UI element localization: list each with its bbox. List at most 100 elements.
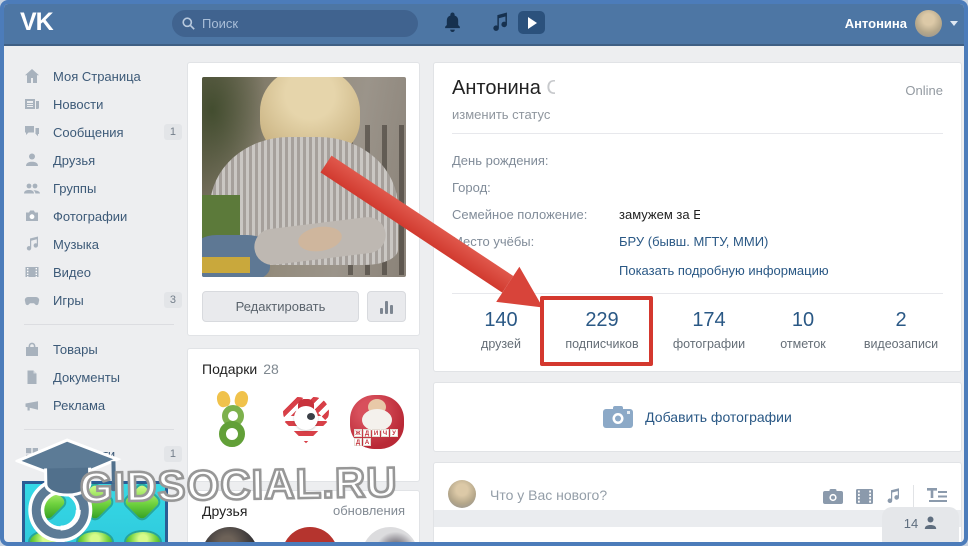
messages-icon	[25, 126, 39, 137]
game-ad-banner[interactable]	[22, 481, 168, 542]
sidebar-item-ads[interactable]: Реклама	[14, 391, 184, 419]
profile-photo[interactable]	[202, 77, 406, 277]
attach-audio-icon[interactable]	[886, 488, 900, 504]
erased-name: Е	[693, 207, 700, 222]
divider	[913, 485, 914, 507]
gem-icon	[30, 532, 64, 542]
counter-tags[interactable]: 10 отметок	[760, 301, 846, 351]
sidebar-item-my-page[interactable]: Моя Страница	[14, 62, 184, 90]
header-user-name: Антонина	[844, 15, 907, 31]
divider	[452, 293, 943, 294]
education-link[interactable]: БРУ (бывш. МГТУ, ММИ)	[619, 234, 768, 249]
gem-icon	[126, 532, 160, 542]
detail-row-birthday: День рождения:	[452, 153, 549, 168]
notifications-bell-icon[interactable]	[443, 12, 462, 32]
document-icon	[27, 370, 37, 384]
counter-videos[interactable]: 2 видеозаписи	[846, 301, 956, 351]
friend-avatar[interactable]	[202, 527, 258, 542]
counter-followers[interactable]: 229 подписчиков	[546, 301, 658, 351]
attach-photo-icon[interactable]	[823, 488, 843, 504]
sidebar-item-video[interactable]: Видео	[14, 258, 184, 286]
search-icon	[182, 17, 195, 30]
sidebar-item-documents[interactable]: Документы	[14, 363, 184, 391]
guests-floating-badge[interactable]: 14	[882, 507, 959, 542]
profile-counters: 140 друзей 229 подписчиков 174 фотографи…	[456, 301, 956, 351]
music-icon	[26, 236, 38, 251]
detail-row-marital: Семейное положение: замужем за Е	[452, 201, 768, 228]
sidebar-item-news[interactable]: Новости	[14, 90, 184, 118]
dog-candy-heart-gift[interactable]	[274, 389, 336, 451]
grid-icon	[26, 448, 38, 460]
sidebar-item-music[interactable]: Музыка	[14, 230, 184, 258]
attach-video-icon[interactable]	[856, 488, 873, 504]
counter-photos[interactable]: 174 фотографии	[658, 301, 760, 351]
text-format-icon[interactable]	[927, 488, 947, 504]
sidebar-item-messages[interactable]: Сообщения 1	[14, 118, 184, 146]
gem-icon	[29, 483, 67, 521]
person-icon	[925, 516, 937, 529]
friends-title[interactable]: Друзья	[202, 503, 247, 519]
floating-count: 14	[903, 516, 919, 531]
gem-icon	[78, 532, 112, 542]
add-photos-label: Добавить фотографии	[645, 409, 792, 425]
profile-info-card: Антонина С Online изменить статус День р…	[433, 62, 962, 372]
music-note-icon[interactable]	[491, 12, 508, 32]
friend-avatar[interactable]	[282, 527, 338, 542]
post-input[interactable]: Что у Вас нового?	[490, 487, 607, 503]
friends-card: Друзья обновления	[187, 490, 420, 542]
edit-status-link[interactable]: изменить статус	[452, 107, 550, 122]
erased-surname: С	[546, 77, 555, 100]
detail-row-education: Место учёбы: БРУ (бывш. МГТУ, ММИ)	[452, 234, 769, 249]
profile-details: День рождения: Город: Семейное положение…	[452, 147, 768, 255]
edit-profile-button[interactable]: Редактировать	[202, 291, 359, 322]
home-icon	[25, 69, 39, 83]
search-placeholder: Поиск	[202, 16, 239, 31]
sidebar-item-my-guests[interactable]: Мои Гости 1	[14, 440, 184, 468]
messages-badge: 1	[163, 124, 182, 140]
santa-gift[interactable]: ЖДИЧУДА	[346, 389, 408, 451]
sidebar-divider	[24, 429, 174, 430]
video-icon	[25, 267, 39, 278]
vk-logo[interactable]: VK	[20, 8, 54, 37]
video-play-icon[interactable]	[518, 11, 545, 34]
profile-name: Антонина С	[452, 77, 555, 100]
vk-profile-page: VK Поиск Антонина Моя Страница Новости С…	[0, 0, 968, 546]
gifts-count: 28	[263, 361, 279, 377]
sidebar-item-groups[interactable]: Группы	[14, 174, 184, 202]
sidebar-item-friends[interactable]: Друзья	[14, 146, 184, 174]
bar-chart-icon	[380, 300, 393, 314]
news-icon	[25, 99, 39, 109]
search-input[interactable]: Поиск	[172, 10, 418, 37]
camera-icon	[603, 406, 634, 428]
megaphone-icon	[25, 401, 38, 411]
header-user-menu[interactable]: Антонина	[844, 4, 958, 46]
friends-icon	[26, 153, 38, 166]
groups-icon	[24, 183, 40, 194]
march8-tulips-gift[interactable]	[202, 389, 264, 451]
online-status: Online	[905, 83, 943, 98]
chevron-down-icon	[950, 20, 958, 26]
header-user-avatar	[915, 9, 942, 37]
sidebar-item-games[interactable]: Игры 3	[14, 286, 184, 314]
divider	[452, 133, 943, 134]
gem-icon	[123, 483, 161, 521]
left-navigation: Моя Страница Новости Сообщения 1 Друзья …	[14, 62, 184, 468]
add-photos-button[interactable]: Добавить фотографии	[433, 382, 962, 452]
gifts-card: Подарки 28 ЖДИЧУДА	[187, 348, 420, 482]
sidebar-item-photos[interactable]: Фотографии	[14, 202, 184, 230]
statistics-button[interactable]	[367, 291, 406, 322]
gifts-title[interactable]: Подарки 28	[202, 361, 279, 377]
games-badge: 3	[163, 292, 182, 308]
sidebar-divider	[24, 324, 174, 325]
show-more-info-link[interactable]: Показать подробную информацию	[619, 263, 829, 278]
photos-camera-icon	[26, 210, 38, 221]
shopping-bag-icon	[26, 342, 38, 356]
counter-friends[interactable]: 140 друзей	[456, 301, 546, 351]
friend-avatar[interactable]	[362, 527, 418, 542]
detail-row-city: Город:	[452, 180, 491, 195]
play-triangle	[528, 16, 537, 29]
gem-icon	[76, 483, 114, 521]
friends-updates-link[interactable]: обновления	[333, 503, 405, 518]
games-gamepad-icon	[24, 297, 40, 306]
sidebar-item-goods[interactable]: Товары	[14, 335, 184, 363]
